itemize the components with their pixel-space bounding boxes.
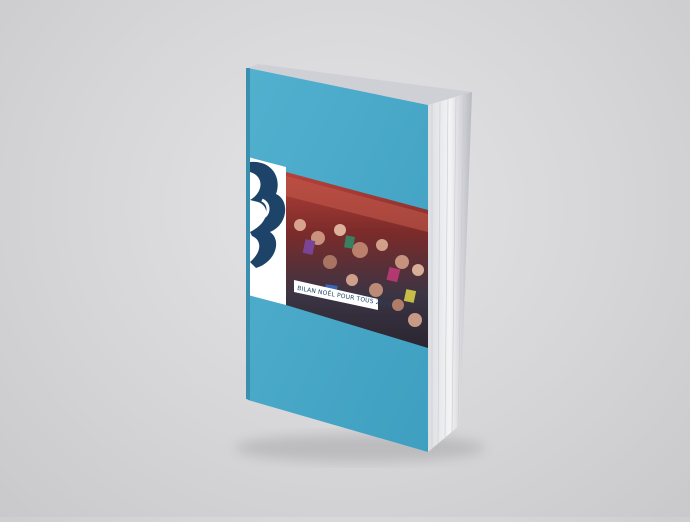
mockup-scene: BILAN NOËL POUR TOUS 2021 bbox=[0, 0, 690, 517]
book-shadow bbox=[235, 434, 485, 462]
book-mockup bbox=[235, 64, 485, 462]
book-page-edges bbox=[428, 92, 472, 452]
cover-logo bbox=[248, 157, 286, 305]
book-spine bbox=[246, 68, 250, 400]
